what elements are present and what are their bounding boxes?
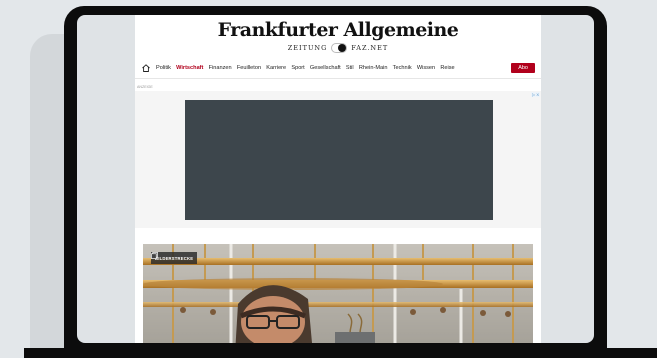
laptop-base — [24, 348, 657, 358]
nav-item-gesellschaft[interactable]: Gesellschaft — [310, 65, 341, 71]
gallery-badge[interactable]: BILDERSTRECKE — [151, 252, 198, 264]
nav-item-karriere[interactable]: Karriere — [266, 65, 286, 71]
gallery-icon — [151, 252, 158, 259]
ad-placeholder[interactable] — [185, 100, 493, 220]
nav-item-sport[interactable]: Sport — [291, 65, 304, 71]
gallery-badge-label: BILDERSTRECKE — [155, 255, 194, 261]
zeitung-label[interactable]: ZEITUNG — [288, 44, 328, 52]
hero-photo — [143, 244, 533, 343]
nav-item-feuilleton[interactable]: Feuilleton — [237, 65, 261, 71]
faz-logo[interactable]: Frankfurter Allgemeine — [135, 19, 541, 41]
home-icon[interactable] — [141, 63, 151, 73]
content-gap — [135, 228, 541, 244]
toggle-knob-icon — [338, 44, 347, 52]
ad-label: ANZEIGE — [137, 85, 153, 89]
laptop-screen: Frankfurter Allgemeine ZEITUNG FAZ.NET P… — [77, 15, 594, 343]
faz-webpage: Frankfurter Allgemeine ZEITUNG FAZ.NET P… — [135, 15, 541, 343]
main-navigation: Politik Wirtschaft Finanzen Feuilleton K… — [141, 62, 535, 74]
ad-choices-icon[interactable]: ▷ X — [531, 92, 540, 97]
faznet-label[interactable]: FAZ.NET — [351, 44, 388, 52]
nav-item-technik[interactable]: Technik — [393, 65, 412, 71]
masthead-tagline: ZEITUNG FAZ.NET — [135, 43, 541, 53]
nav-item-wissen[interactable]: Wissen — [417, 65, 435, 71]
nav-item-stil[interactable]: Stil — [346, 65, 354, 71]
nav-divider — [135, 78, 541, 79]
edition-toggle[interactable] — [331, 43, 348, 53]
abo-button[interactable]: Abo — [511, 63, 535, 73]
nav-item-politik[interactable]: Politik — [156, 65, 171, 71]
masthead: Frankfurter Allgemeine ZEITUNG FAZ.NET — [135, 19, 541, 53]
nav-item-rhein-main[interactable]: Rhein-Main — [359, 65, 388, 71]
nav-item-reise[interactable]: Reise — [440, 65, 454, 71]
nav-item-wirtschaft[interactable]: Wirtschaft — [176, 65, 203, 71]
hero-image[interactable]: BILDERSTRECKE — [143, 244, 533, 343]
nav-item-finanzen[interactable]: Finanzen — [209, 65, 232, 71]
